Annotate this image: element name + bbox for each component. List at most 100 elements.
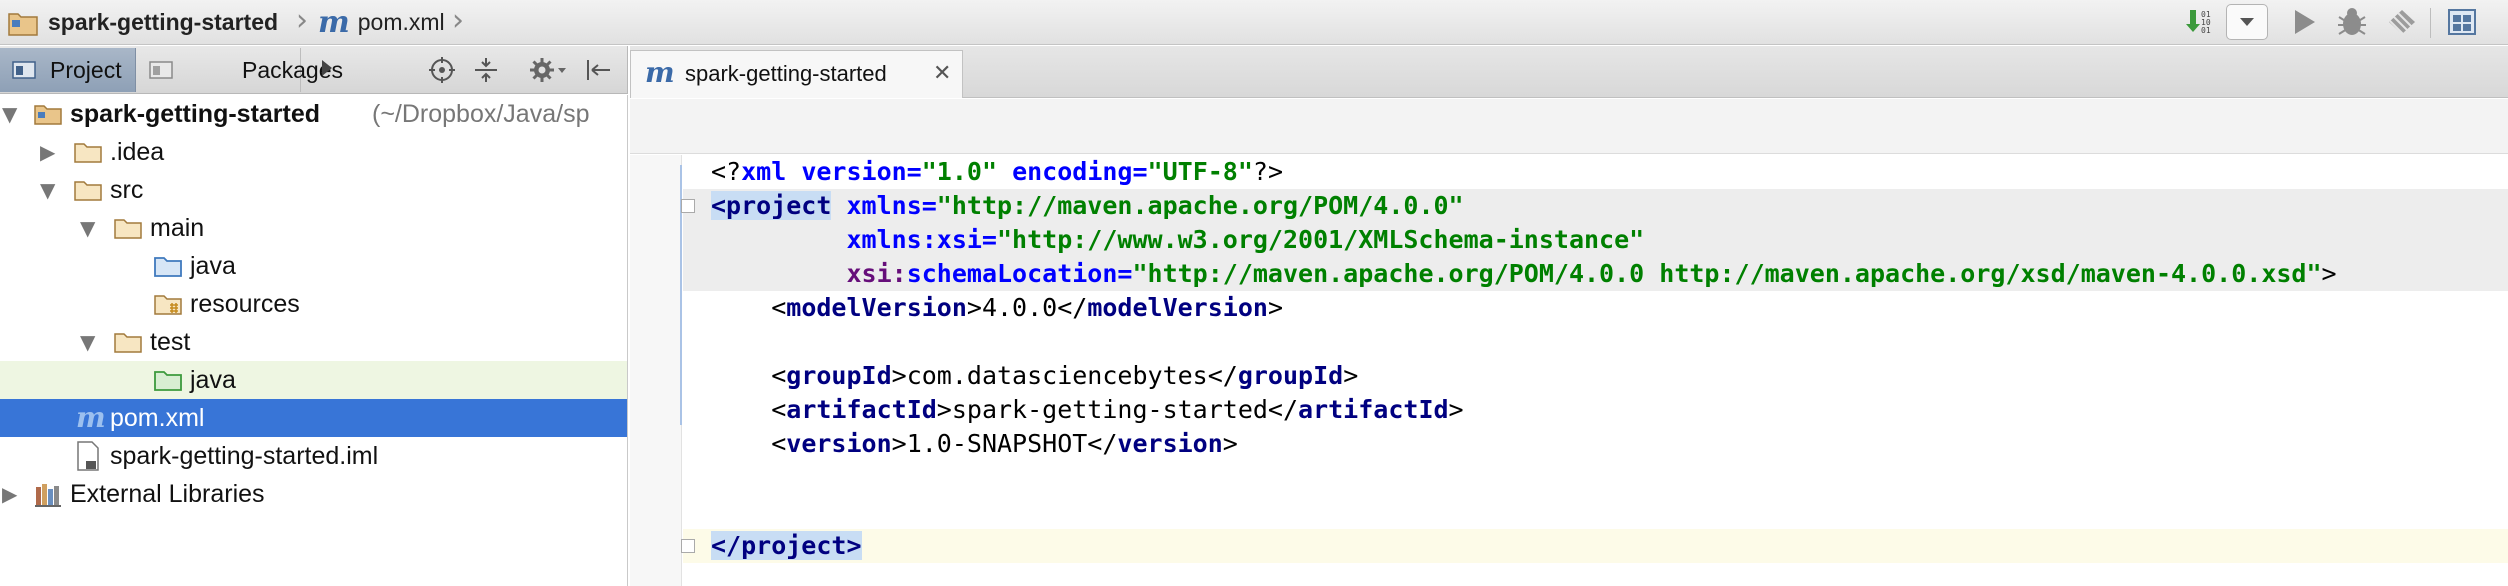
folder-icon [74, 143, 102, 163]
code-line: <groupId>com.datasciencebytes</groupId> [683, 359, 2508, 393]
project-tree: ▼ spark-getting-started (~/Dropbox/Java/… [0, 95, 628, 586]
settings-gear-icon[interactable] [528, 56, 568, 89]
xml-pi-name: xml [741, 157, 787, 186]
tree-item-iml[interactable]: spark-getting-started.iml [0, 437, 627, 475]
xml-text: >4.0.0</ [966, 293, 1088, 322]
xml-text: >com.datasciencebytes</ [891, 361, 1238, 390]
tree-item-label: .idea [110, 138, 165, 166]
tree-item-external-libraries[interactable]: ▶ External Libraries [0, 475, 627, 513]
project-structure-icon[interactable] [2442, 4, 2482, 40]
code-line: xmlns:xsi="http://www.w3.org/2001/XMLSch… [683, 223, 2508, 257]
breadcrumb-separator-icon: › [296, 3, 308, 38]
module-folder-icon [8, 12, 38, 36]
code-editor[interactable]: <?xml version="1.0" encoding="UTF-8"?> <… [681, 155, 2508, 586]
xml-tag: version [1117, 429, 1223, 458]
expand-arrow-icon[interactable]: ▼ [40, 171, 55, 209]
run-config-dropdown-icon[interactable] [2226, 4, 2268, 40]
xml-attr: version= [801, 157, 922, 186]
collapse-arrow-icon[interactable]: ▶ [2, 475, 17, 513]
module-file-icon [77, 441, 99, 471]
tree-item-src[interactable]: ▼ src [0, 171, 627, 209]
xml-bracket: > [1448, 395, 1464, 424]
code-line-current: </project> [681, 529, 2508, 563]
packages-view-icon [149, 61, 173, 79]
xml-text: >1.0-SNAPSHOT</ [891, 429, 1118, 458]
code-line: <modelVersion>4.0.0</modelVersion> [683, 291, 2508, 325]
collapse-all-icon[interactable] [472, 56, 500, 89]
folder-icon [114, 219, 142, 239]
code-line: xsi:schemaLocation="http://maven.apache.… [683, 257, 2508, 291]
xml-value: "1.0" [921, 157, 998, 186]
breadcrumb-separator-icon: › [452, 3, 464, 38]
editor-tab-pom[interactable]: m spark-getting-started ✕ [630, 50, 963, 98]
tree-item-label: External Libraries [70, 480, 265, 508]
tree-item-label: spark-getting-started [70, 100, 321, 128]
xml-tag: modelVersion [1087, 293, 1268, 322]
resource-folder-icon [154, 295, 182, 315]
debug-icon[interactable] [2332, 4, 2372, 40]
breadcrumb-project[interactable]: spark-getting-started [8, 0, 278, 45]
run-icon[interactable] [2286, 4, 2322, 40]
expand-arrow-icon[interactable]: ▼ [80, 323, 95, 361]
hide-panel-icon[interactable] [584, 56, 614, 89]
tree-item-test[interactable]: ▼ test [0, 323, 627, 361]
xml-attr: xmlns= [846, 191, 937, 220]
tab-project[interactable]: Project [0, 48, 136, 92]
code-line: <artifactId>spark-getting-started</artif… [683, 393, 2508, 427]
coverage-icon[interactable] [2382, 4, 2422, 40]
xml-bracket: > [1267, 293, 1284, 322]
tree-item-project-root[interactable]: ▼ spark-getting-started (~/Dropbox/Java/… [0, 95, 627, 133]
expand-arrow-icon[interactable]: ▼ [2, 95, 17, 133]
code-line: <project xmlns="http://maven.apache.org/… [681, 189, 2508, 223]
xml-bracket: > [2321, 259, 2337, 288]
libraries-icon [35, 484, 61, 507]
xml-tag: groupId [1237, 361, 1344, 390]
xml-bracket: < [771, 361, 787, 390]
toolbar-separator [2430, 8, 2431, 38]
xml-bracket: < [771, 293, 787, 322]
xml-bracket: > [1222, 429, 1238, 458]
editor-gutter [630, 155, 682, 586]
make-icon[interactable]: 01 10 01 [2180, 4, 2216, 40]
module-folder-icon [34, 105, 62, 125]
fold-toggle-icon[interactable] [681, 199, 695, 213]
xml-bracket: < [771, 395, 787, 424]
close-icon[interactable]: ✕ [933, 51, 951, 97]
collapse-arrow-icon[interactable]: ▶ [40, 133, 55, 171]
tree-item-main-java[interactable]: java [0, 247, 627, 285]
tree-item-label: java [190, 252, 236, 280]
xml-text: >spark-getting-started</ [936, 395, 1299, 424]
tree-item-label: src [110, 176, 144, 204]
tree-item-idea[interactable]: ▶ .idea [0, 133, 627, 171]
tree-item-label: pom.xml [110, 404, 205, 432]
folder-icon [114, 333, 142, 353]
xml-tag: <project [711, 191, 832, 220]
code-line: <?xml version="1.0" encoding="UTF-8"?> [683, 155, 2508, 189]
xml-value: "http://maven.apache.org/POM/4.0.0" [936, 191, 1464, 220]
editor-tab-label: spark-getting-started [685, 61, 887, 86]
more-views-icon[interactable] [318, 56, 336, 85]
code-line: <version>1.0-SNAPSHOT</version> [683, 427, 2508, 461]
tree-item-label: java [190, 366, 236, 394]
xml-tag: modelVersion [786, 293, 967, 322]
tree-item-resources[interactable]: resources [0, 285, 627, 323]
svg-text:01: 01 [2201, 26, 2211, 35]
xml-tag: artifactId [1298, 395, 1449, 424]
xml-attr-ns: xsi: [846, 259, 907, 288]
breadcrumb-file[interactable]: m pom.xml [318, 0, 445, 45]
tree-item-pom-xml[interactable]: m pom.xml [0, 399, 627, 437]
tree-item-test-java[interactable]: java [0, 361, 627, 399]
tree-item-label: spark-getting-started.iml [110, 442, 379, 470]
navigation-bar: spark-getting-started › m pom.xml › 01 1… [0, 0, 2508, 45]
tree-item-main[interactable]: ▼ main [0, 209, 627, 247]
fold-toggle-icon[interactable] [681, 539, 695, 553]
expand-arrow-icon[interactable]: ▼ [80, 209, 95, 247]
xml-tag: groupId [786, 361, 892, 390]
editor-tab-bar: m spark-getting-started ✕ [630, 46, 2508, 98]
xml-tag: artifactId [786, 395, 937, 424]
source-folder-icon [154, 257, 182, 277]
tab-packages[interactable]: Packages [137, 48, 343, 92]
editor-breadcrumb-strip [630, 99, 2508, 154]
scroll-from-source-icon[interactable] [428, 56, 456, 89]
breadcrumb-project-label: spark-getting-started [48, 9, 279, 35]
